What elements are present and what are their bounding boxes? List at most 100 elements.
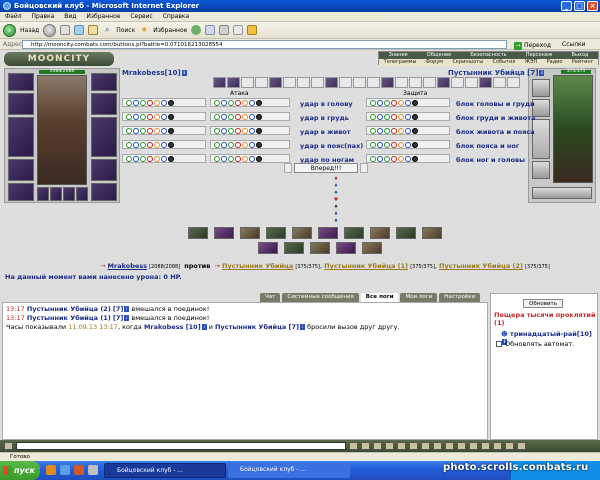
quicklaunch-icon[interactable]	[88, 465, 98, 475]
menu-edit[interactable]: Правка	[32, 13, 55, 20]
block-belt-legs[interactable]: блок пояса и ног	[456, 142, 519, 150]
forward-right-arrow[interactable]	[360, 163, 368, 173]
zone-radio[interactable]	[214, 99, 220, 106]
zone-radio[interactable]	[140, 141, 146, 148]
ring-slot-4[interactable]	[76, 187, 88, 201]
zone-radio[interactable]	[384, 99, 390, 106]
armor-slot[interactable]	[8, 159, 34, 181]
filter-icon[interactable]	[397, 442, 406, 450]
nav-screenshots[interactable]: Скриншоты	[452, 59, 483, 66]
zone-radio[interactable]	[377, 113, 383, 120]
amulet-slot[interactable]	[8, 93, 34, 115]
item-slot[interactable]	[325, 77, 338, 88]
send-icon[interactable]	[349, 442, 358, 450]
zone-radio[interactable]	[168, 113, 174, 120]
clan-icon[interactable]	[505, 442, 514, 450]
spell-slot[interactable]	[258, 242, 278, 254]
spell-slot[interactable]	[214, 227, 234, 239]
helmet-slot[interactable]	[8, 73, 34, 91]
zone-radio[interactable]	[384, 141, 390, 148]
item-slot[interactable]	[479, 77, 492, 88]
chat-input[interactable]	[16, 442, 346, 450]
zone-radio[interactable]	[242, 155, 248, 162]
stop-icon[interactable]	[60, 25, 71, 35]
nav-communication[interactable]: Общение	[427, 52, 451, 59]
nav-forum[interactable]: Форум	[426, 59, 443, 66]
zone-radio[interactable]	[161, 155, 167, 162]
maximize-button[interactable]: □	[574, 1, 585, 11]
zone-radio[interactable]	[147, 113, 153, 120]
zone-radio[interactable]	[398, 99, 404, 106]
zone-radio[interactable]	[221, 113, 227, 120]
item-slot[interactable]	[423, 77, 436, 88]
strike-groin[interactable]: удар в пояс(пах)	[300, 142, 363, 150]
back-button[interactable]: Назад	[20, 27, 39, 34]
tab-system-messages[interactable]: Системные сообщения	[282, 293, 359, 302]
zone-radio[interactable]	[221, 99, 227, 106]
zone-radio[interactable]	[370, 141, 376, 148]
zone-radio[interactable]	[147, 99, 153, 106]
zone-radio[interactable]	[370, 99, 376, 106]
close-button[interactable]: ×	[587, 1, 598, 11]
zone-radio[interactable]	[133, 113, 139, 120]
zone-radio[interactable]	[161, 113, 167, 120]
zone-radio[interactable]	[235, 127, 241, 134]
item-slot[interactable]	[367, 77, 380, 88]
gloves-slot[interactable]	[91, 93, 117, 115]
zone-radio[interactable]	[161, 99, 167, 106]
zone-radio[interactable]	[412, 113, 418, 120]
zone-radio[interactable]	[228, 141, 234, 148]
zone-radio[interactable]	[154, 99, 160, 106]
enemy-character-image[interactable]	[553, 75, 593, 183]
back-arrow-icon[interactable]: ‹	[3, 23, 16, 37]
item-slot[interactable]	[381, 77, 394, 88]
earrings-slot[interactable]	[91, 73, 117, 91]
item-slot[interactable]	[409, 77, 422, 88]
zone-radio[interactable]	[214, 141, 220, 148]
zone-radio[interactable]	[398, 155, 404, 162]
zone-radio[interactable]	[133, 99, 139, 106]
zone-radio[interactable]	[140, 99, 146, 106]
player-link[interactable]: Mrakobess	[108, 262, 147, 270]
spell-slot[interactable]	[240, 227, 260, 239]
zone-radio[interactable]	[235, 155, 241, 162]
zone-radio[interactable]	[133, 141, 139, 148]
enemy-name-label[interactable]: Пустынник Убийца [7] i	[448, 69, 545, 77]
zone-radio[interactable]	[377, 99, 383, 106]
zone-radio[interactable]	[256, 127, 262, 134]
spell-slot[interactable]	[336, 242, 356, 254]
print-icon[interactable]	[219, 25, 230, 35]
menu-help[interactable]: Справка	[163, 13, 189, 20]
zone-radio[interactable]	[140, 127, 146, 134]
item-slot[interactable]	[269, 77, 282, 88]
ring-slot-1[interactable]	[37, 187, 49, 201]
enemy-link-2[interactable]: Пустынник Убийца (2)	[439, 262, 523, 270]
player-character-image[interactable]	[37, 75, 87, 185]
spell-slot[interactable]	[396, 227, 416, 239]
spell-slot[interactable]	[318, 227, 338, 239]
tab-settings[interactable]: Настройки	[439, 293, 481, 302]
zone-radio[interactable]	[147, 127, 153, 134]
zone-radio[interactable]	[214, 127, 220, 134]
item-slot[interactable]	[437, 77, 450, 88]
zone-radio[interactable]	[412, 155, 418, 162]
zone-radio[interactable]	[391, 141, 397, 148]
item-slot[interactable]	[297, 77, 310, 88]
zone-radio[interactable]	[168, 155, 174, 162]
forward-left-arrow[interactable]	[284, 163, 292, 173]
menu-file[interactable]: Файл	[5, 13, 22, 20]
zone-radio[interactable]	[133, 155, 139, 162]
auto-refresh-checkbox[interactable]	[496, 341, 502, 347]
translit-icon[interactable]	[385, 442, 394, 450]
menu-view[interactable]: Вид	[64, 13, 76, 20]
block-chest-belly[interactable]: блок груди и живота	[456, 114, 535, 122]
zone-radio[interactable]	[249, 127, 255, 134]
chat-user-link[interactable]: Пустынник Убийца (1)	[27, 314, 111, 322]
mail-icon[interactable]	[493, 442, 502, 450]
ring-slot-2[interactable]	[50, 187, 62, 201]
spell-slot[interactable]	[188, 227, 208, 239]
zone-radio[interactable]	[256, 155, 262, 162]
spell-slot[interactable]	[292, 227, 312, 239]
zone-radio[interactable]	[168, 127, 174, 134]
zone-radio[interactable]	[256, 113, 262, 120]
